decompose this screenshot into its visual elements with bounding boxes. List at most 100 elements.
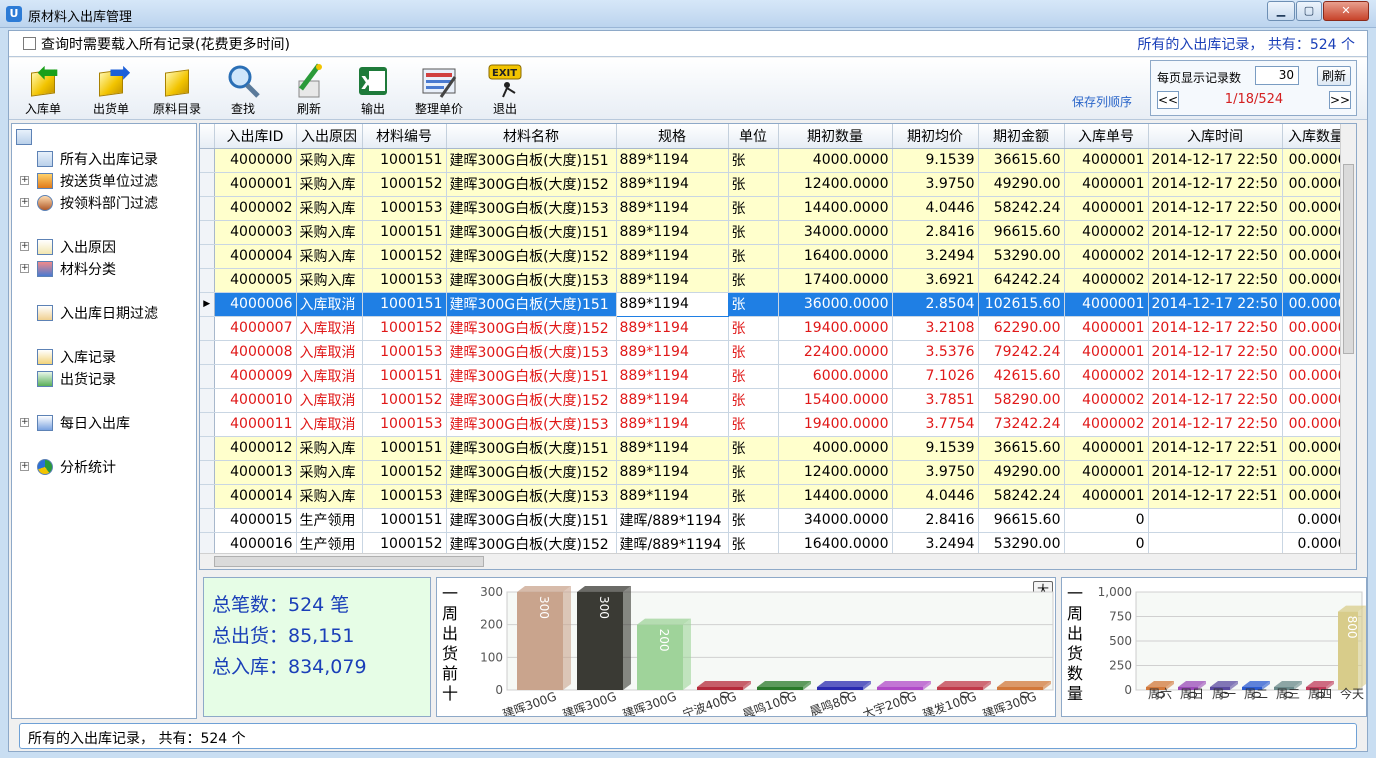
table-cell[interactable]: 889*1194	[616, 364, 729, 389]
table-cell[interactable]: 49290.00	[978, 172, 1065, 197]
table-cell[interactable]: 张	[728, 148, 779, 173]
table-cell[interactable]: 张	[728, 220, 779, 245]
table-cell[interactable]: 14400.0000	[778, 484, 893, 509]
load-all-checkbox[interactable]	[23, 37, 36, 50]
table-cell[interactable]: 采购入库	[296, 436, 363, 461]
table-cell[interactable]: 张	[728, 508, 779, 533]
table-cell[interactable]: 建晖300G白板(大度)152	[446, 388, 617, 413]
table-cell[interactable]: 889*1194	[616, 460, 729, 485]
prev-page-button[interactable]: <<	[1157, 91, 1179, 109]
table-cell[interactable]: 1000151	[362, 508, 447, 533]
table-cell[interactable]: 1000153	[362, 412, 447, 437]
table-cell[interactable]	[1148, 508, 1283, 533]
table-cell[interactable]: 889*1194	[616, 172, 729, 197]
table-cell[interactable]: 2014-12-17 22:50	[1148, 388, 1283, 413]
table-cell[interactable]: 4000002	[1064, 220, 1149, 245]
row-selector[interactable]	[200, 340, 215, 365]
table-cell[interactable]: 1000152	[362, 460, 447, 485]
table-cell[interactable]: 4000007	[214, 316, 297, 341]
table-cell[interactable]: 2.8416	[892, 508, 979, 533]
table-cell[interactable]: 53290.00	[978, 244, 1065, 269]
table-row[interactable]: ▶ 4000006 入库取消 1000151 建晖300G白板(大度)151 889*11…	[200, 291, 1351, 317]
expand-icon[interactable]: +	[20, 462, 29, 471]
row-selector[interactable]	[200, 484, 215, 509]
table-cell[interactable]: 1000151	[362, 436, 447, 461]
table-cell[interactable]: 2014-12-17 22:50	[1148, 364, 1283, 389]
row-selector[interactable]	[200, 244, 215, 269]
table-cell[interactable]: 4000002	[214, 196, 297, 221]
table-cell[interactable]: 2014-12-17 22:50	[1148, 340, 1283, 365]
column-header[interactable]: 入库单号	[1064, 124, 1149, 149]
vertical-scroll-thumb[interactable]	[1343, 164, 1354, 354]
table-cell[interactable]: 889*1194	[616, 388, 729, 413]
export-button[interactable]: X 输出	[343, 60, 403, 118]
table-cell[interactable]: 2.8416	[892, 220, 979, 245]
table-row[interactable]: 4000003 采购入库 1000151 建晖300G白板(大度)151 889*119…	[200, 220, 1351, 245]
column-header[interactable]: 单位	[728, 124, 779, 149]
table-cell[interactable]: 4.0446	[892, 196, 979, 221]
table-cell[interactable]: 4000002	[1064, 388, 1149, 413]
table-cell[interactable]: 建晖300G白板(大度)152	[446, 172, 617, 197]
table-cell[interactable]: 4000004	[214, 244, 297, 269]
table-cell[interactable]: 4000001	[1064, 340, 1149, 365]
table-cell[interactable]: 2014-12-17 22:51	[1148, 436, 1283, 461]
row-selector[interactable]	[200, 388, 215, 413]
table-cell[interactable]: 62290.00	[978, 316, 1065, 341]
table-cell[interactable]: 9.1539	[892, 148, 979, 173]
table-cell[interactable]: 17400.0000	[778, 268, 893, 293]
table-cell[interactable]: 4000001	[1064, 292, 1149, 317]
row-selector[interactable]	[200, 436, 215, 461]
column-header[interactable]: 入出原因	[296, 124, 363, 149]
table-cell[interactable]: 采购入库	[296, 172, 363, 197]
table-cell[interactable]: 1000151	[362, 364, 447, 389]
table-cell[interactable]: 建晖300G白板(大度)153	[446, 484, 617, 509]
table-cell[interactable]: 2014-12-17 22:50	[1148, 316, 1283, 341]
table-cell[interactable]: 2.8504	[892, 292, 979, 317]
table-cell[interactable]: 建晖300G白板(大度)153	[446, 268, 617, 293]
row-selector[interactable]	[200, 412, 215, 437]
table-cell[interactable]: 12400.0000	[778, 460, 893, 485]
table-cell[interactable]: 采购入库	[296, 196, 363, 221]
horizontal-scrollbar[interactable]	[200, 553, 1356, 569]
table-cell[interactable]: 1000152	[362, 316, 447, 341]
table-cell[interactable]: 889*1194	[616, 436, 729, 461]
table-cell[interactable]: 3.2108	[892, 316, 979, 341]
table-cell[interactable]: 4000000	[214, 148, 297, 173]
row-selector[interactable]	[200, 148, 215, 173]
tree-item-stock-out-records[interactable]: 出货记录	[20, 369, 190, 389]
table-row[interactable]: 4000004 采购入库 1000152 建晖300G白板(大度)152 889*119…	[200, 244, 1351, 269]
row-selector[interactable]	[200, 316, 215, 341]
table-cell[interactable]: 张	[728, 292, 779, 317]
tree-item-reason[interactable]: + 入出原因	[20, 237, 190, 257]
tree-item-supplier-filter[interactable]: + 按送货单位过滤	[20, 171, 190, 191]
row-selector[interactable]	[200, 196, 215, 221]
table-cell[interactable]: 889*1194	[616, 484, 729, 509]
table-cell[interactable]: 采购入库	[296, 244, 363, 269]
table-cell[interactable]: 张	[728, 436, 779, 461]
table-cell[interactable]: 889*1194	[616, 196, 729, 221]
table-cell[interactable]: 3.6921	[892, 268, 979, 293]
table-cell[interactable]: 42615.60	[978, 364, 1065, 389]
table-cell[interactable]: 4000015	[214, 508, 297, 533]
table-row[interactable]: 4000012 采购入库 1000151 建晖300G白板(大度)151 889*119…	[200, 436, 1351, 461]
row-selector[interactable]	[200, 460, 215, 485]
row-selector[interactable]	[200, 364, 215, 389]
table-cell[interactable]: 6000.0000	[778, 364, 893, 389]
column-header[interactable]: 期初均价	[892, 124, 979, 149]
table-cell[interactable]: 3.9750	[892, 172, 979, 197]
table-cell[interactable]: 张	[728, 196, 779, 221]
table-cell[interactable]: 4000001	[1064, 196, 1149, 221]
table-cell[interactable]: 12400.0000	[778, 172, 893, 197]
table-cell[interactable]: 4000006	[214, 292, 297, 317]
table-cell[interactable]: 4000012	[214, 436, 297, 461]
table-cell[interactable]: 4000001	[1064, 316, 1149, 341]
table-cell[interactable]: 建晖300G白板(大度)152	[446, 244, 617, 269]
table-cell[interactable]: 2014-12-17 22:50	[1148, 268, 1283, 293]
table-cell[interactable]: 张	[728, 388, 779, 413]
tree-item-category[interactable]: + 材料分类	[20, 259, 190, 279]
table-cell[interactable]: 3.5376	[892, 340, 979, 365]
table-cell[interactable]: 张	[728, 316, 779, 341]
stock-in-button[interactable]: ⬅ 入库单	[13, 60, 73, 118]
table-row[interactable]: 4000014 采购入库 1000153 建晖300G白板(大度)153 889*119…	[200, 484, 1351, 509]
column-header[interactable]: 材料名称	[446, 124, 617, 149]
